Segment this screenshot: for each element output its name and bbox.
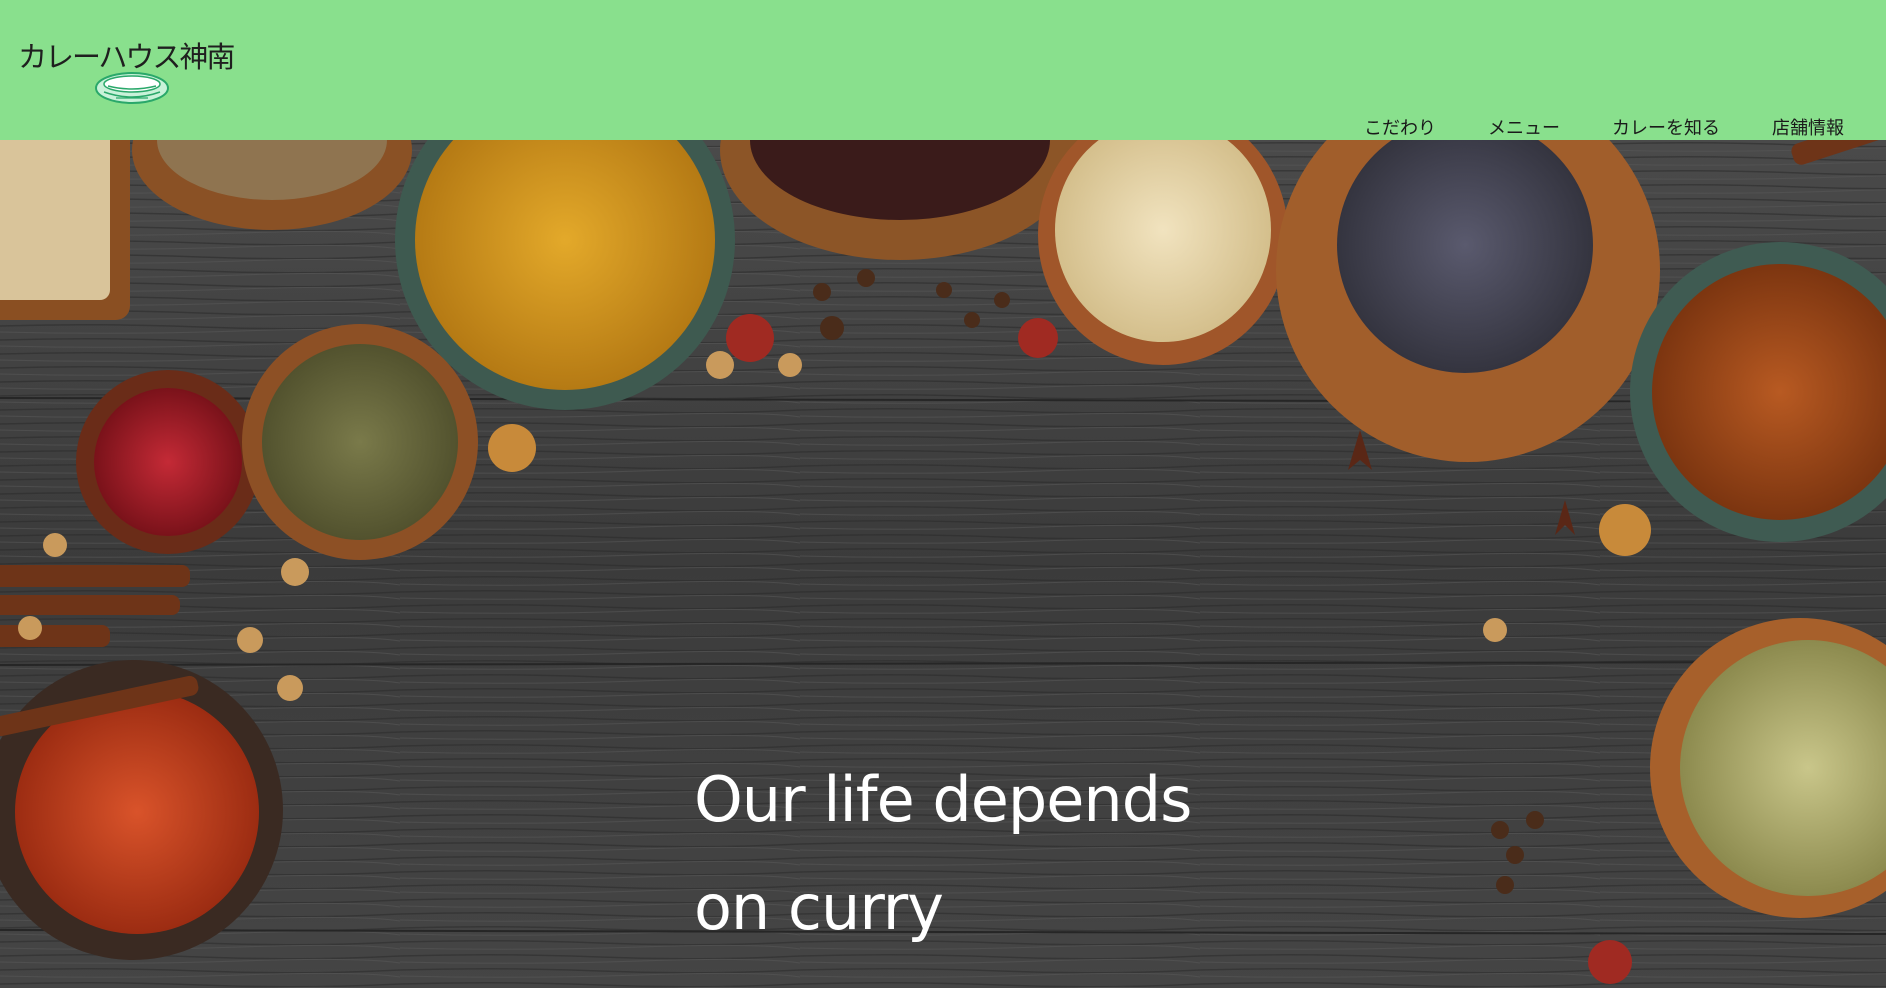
nav-item-menu[interactable]: メニュー — [1488, 114, 1560, 140]
nav-item-store-info[interactable]: 店舗情報 — [1772, 114, 1844, 140]
tagline-line-2: on curry — [694, 871, 944, 944]
nav-item-kodawari[interactable]: こだわり — [1364, 114, 1436, 140]
nav-item-about-curry[interactable]: カレーを知る — [1612, 114, 1720, 140]
curry-bowl-logo-icon — [95, 72, 169, 104]
hero-tagline: Our life depends on curry — [694, 746, 1192, 962]
logo[interactable]: カレーハウス神南 — [18, 34, 235, 104]
site-header: カレーハウス神南 こだわり メニュー カレーを知る 店舗情報 — [0, 0, 1886, 140]
tagline-line-1: Our life depends — [694, 763, 1192, 836]
main-nav: こだわり メニュー カレーを知る 店舗情報 — [1364, 114, 1844, 140]
hero-section: Our life depends on curry — [0, 140, 1886, 988]
